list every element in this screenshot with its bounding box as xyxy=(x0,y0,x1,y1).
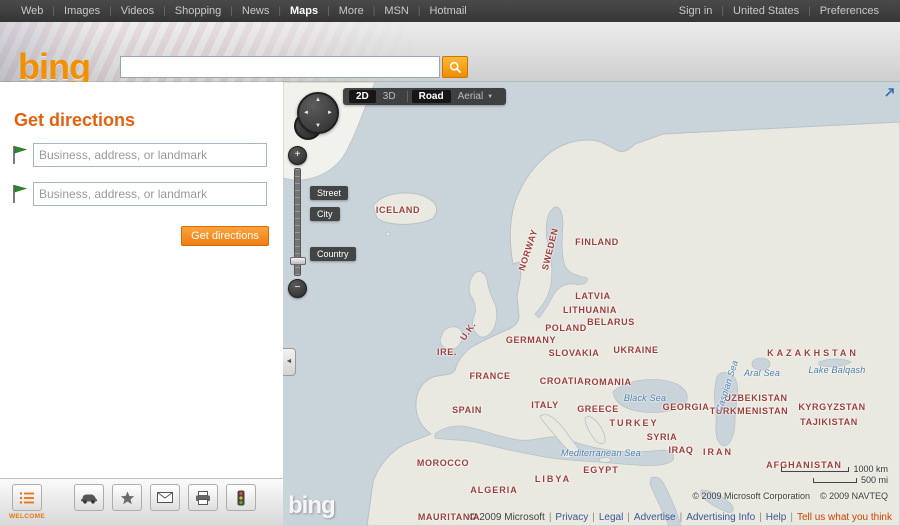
top-navigation-bar: Web | Images | Videos | Shopping | News | Maps | Mor… xyxy=(0,0,900,22)
traffic-car-button[interactable] xyxy=(74,484,104,511)
footer-separator: | xyxy=(759,512,762,523)
footer-separator: | xyxy=(627,512,630,523)
search-icon xyxy=(449,61,461,73)
search-button[interactable] xyxy=(442,56,468,78)
topnav-web[interactable]: Web xyxy=(12,5,52,17)
car-icon xyxy=(81,494,97,504)
main-area: Get directions Get directions xyxy=(0,82,900,526)
scale-line-km xyxy=(781,467,850,472)
footer-links-bar: © 2009 Microsoft | Privacy | Legal | Advertise… xyxy=(469,512,892,523)
zoom-preset-street[interactable]: Street xyxy=(310,186,349,200)
pan-down-arrow-icon[interactable]: ▼ xyxy=(315,123,321,129)
microsoft-copyright: © 2009 Microsoft Corporation xyxy=(692,491,810,501)
footer-link-help[interactable]: Help xyxy=(766,512,787,523)
waypoint-b-flag-icon xyxy=(13,185,27,203)
zoom-slider-handle[interactable] xyxy=(289,257,306,265)
chevron-down-icon: ▼ xyxy=(487,93,494,100)
waypoint-a-flag-icon xyxy=(13,146,27,164)
scale-line-mi xyxy=(812,478,857,483)
aral-sea xyxy=(751,357,771,371)
bing-maps-page: Web | Images | Videos | Shopping | News | Maps | Mor… xyxy=(0,0,900,526)
traffic-light-icon xyxy=(237,490,245,505)
footer-copyright: © 2009 Microsoft xyxy=(469,512,545,523)
map-copyright: © 2009 Microsoft Corporation © 2009 NAVTE… xyxy=(682,491,888,501)
star-icon xyxy=(120,491,134,504)
topnav-news[interactable]: News xyxy=(233,5,279,17)
topnav-more[interactable]: More xyxy=(330,5,373,17)
welcome-button[interactable] xyxy=(12,484,42,511)
map-style-aerial-button[interactable]: Aerial ▼ xyxy=(451,90,501,103)
map-style-road-button[interactable]: Road xyxy=(411,90,451,103)
scale-mi-label: 500 mi xyxy=(860,475,888,485)
footer-link-advertising-info[interactable]: Advertising Info xyxy=(686,512,755,523)
topnav-maps[interactable]: Maps xyxy=(281,5,327,17)
toolbar-divider xyxy=(406,91,408,102)
collapse-panel-tab[interactable]: ◄ xyxy=(283,348,296,376)
pan-up-arrow-icon[interactable]: ▲ xyxy=(315,97,321,103)
footer-feedback-link[interactable]: Tell us what you think xyxy=(797,512,892,523)
footer-separator: | xyxy=(592,512,595,523)
topnav-videos[interactable]: Videos xyxy=(112,5,163,17)
print-button[interactable] xyxy=(188,484,218,511)
zoom-in-button[interactable]: + xyxy=(288,146,307,165)
zoom-slider-track[interactable] xyxy=(289,168,306,276)
navteq-copyright: © 2009 NAVTEQ xyxy=(820,491,888,501)
welcome-label: WELCOME xyxy=(8,513,46,520)
pan-right-arrow-icon[interactable]: ► xyxy=(327,110,333,116)
traffic-light-button[interactable] xyxy=(226,484,256,511)
waypoint-b-row xyxy=(12,182,267,206)
map-scale: 1000 km 500 mi xyxy=(781,464,888,486)
footer-link-privacy[interactable]: Privacy xyxy=(555,512,588,523)
bing-map-watermark: bing xyxy=(288,492,336,519)
topnav-msn[interactable]: MSN xyxy=(375,5,417,17)
topnav-preferences[interactable]: Preferences xyxy=(811,5,888,17)
footer-separator: | xyxy=(548,512,552,523)
search-input[interactable] xyxy=(120,56,440,78)
view-3d-button[interactable]: 3D xyxy=(376,90,403,103)
end-location-input[interactable] xyxy=(33,182,267,206)
island-crete xyxy=(598,457,612,463)
zoom-preset-country[interactable]: Country xyxy=(310,247,356,261)
aerial-label: Aerial xyxy=(457,91,484,102)
favorites-button[interactable] xyxy=(112,484,142,511)
topnav-united-states[interactable]: United States xyxy=(724,5,808,17)
scale-km-label: 1000 km xyxy=(853,464,888,474)
waypoint-a-row xyxy=(12,143,267,167)
topnav-hotmail[interactable]: Hotmail xyxy=(420,5,475,17)
zoom-control: + − xyxy=(288,146,307,298)
fullscreen-icon[interactable] xyxy=(883,86,896,99)
topnav-right-group: Sign in | United States | Preferences xyxy=(670,5,900,17)
topnav-sign-in[interactable]: Sign in xyxy=(670,5,722,17)
zoom-preset-city[interactable]: City xyxy=(310,207,340,221)
header: bing xyxy=(0,22,900,87)
start-location-input[interactable] xyxy=(33,143,267,167)
view-2d-button[interactable]: 2D xyxy=(349,90,376,103)
print-icon xyxy=(196,490,210,505)
footer-separator: | xyxy=(679,512,683,523)
map-viewport[interactable]: ICELAND NORWAY SWEDEN FINLAND LATVIA LITHUANI… xyxy=(283,82,900,526)
welcome-list-icon xyxy=(19,491,34,504)
directions-panel: Get directions Get directions xyxy=(0,82,283,526)
zoom-out-button[interactable]: − xyxy=(288,279,307,298)
email-button[interactable] xyxy=(150,484,180,511)
topnav-shopping[interactable]: Shopping xyxy=(166,5,231,17)
pan-left-arrow-icon[interactable]: ◄ xyxy=(303,110,309,116)
footer-separator: | xyxy=(790,512,793,523)
footer-link-advertise[interactable]: Advertise xyxy=(634,512,676,523)
page-title: Get directions xyxy=(14,110,136,130)
get-directions-button[interactable]: Get directions xyxy=(181,226,269,246)
search-bar xyxy=(120,56,468,78)
map-pan-control[interactable]: ▲ ▼ ◄ ► xyxy=(297,92,339,134)
email-icon xyxy=(157,492,173,503)
island-sicily xyxy=(560,451,574,459)
footer-link-legal[interactable]: Legal xyxy=(599,512,623,523)
sidebar-toolbar: WELCOME xyxy=(0,478,283,526)
island-faroe xyxy=(385,231,391,237)
topnav-left-group: Web | Images | Videos | Shopping | News | Maps | Mor… xyxy=(0,5,476,17)
landmass-iceland xyxy=(372,192,437,225)
map-view-toolbar: 2D 3D Road Aerial ▼ xyxy=(343,88,507,105)
topnav-images[interactable]: Images xyxy=(55,5,109,17)
map-canvas[interactable] xyxy=(283,82,900,526)
